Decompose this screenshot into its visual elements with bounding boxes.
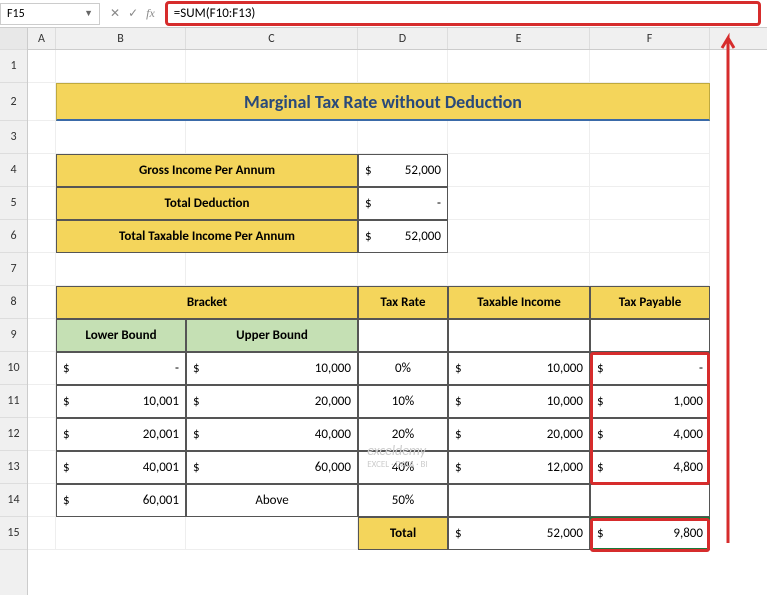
col-header[interactable]: F	[590, 28, 710, 49]
summary-label: Gross Income Per Annum	[56, 154, 358, 187]
row-header[interactable]: 3	[0, 121, 27, 154]
page-title: Marginal Tax Rate without Deduction	[56, 83, 710, 121]
table-cell[interactable]: $10,000	[186, 352, 358, 385]
row-header[interactable]: 14	[0, 484, 27, 517]
table-cell[interactable]: $40,001	[56, 451, 186, 484]
table-cell[interactable]: $-	[56, 352, 186, 385]
name-box[interactable]: F15 ▼	[0, 3, 100, 25]
col-header[interactable]: C	[186, 28, 358, 49]
table-cell[interactable]: 40%	[358, 451, 448, 484]
chevron-down-icon[interactable]: ▼	[84, 8, 93, 19]
formula-bar: F15 ▼ ✕ ✓ fx =SUM(F10:F13)	[0, 0, 767, 28]
table-cell[interactable]: 10%	[358, 385, 448, 418]
table-cell[interactable]: Above	[186, 484, 358, 517]
name-box-value: F15	[7, 7, 25, 21]
table-cell[interactable]: $20,000	[186, 385, 358, 418]
table-cell[interactable]: $4,000	[590, 418, 710, 451]
table-header: Taxable Income	[448, 286, 590, 319]
row-header[interactable]: 13	[0, 451, 27, 484]
row-header[interactable]: 8	[0, 286, 27, 319]
table-cell[interactable]	[590, 484, 710, 517]
table-cell[interactable]: 50%	[358, 484, 448, 517]
table-cell[interactable]: $20,000	[448, 418, 590, 451]
col-header[interactable]: D	[358, 28, 448, 49]
table-cell[interactable]: 20%	[358, 418, 448, 451]
summary-value: $52,000	[358, 220, 448, 253]
row-header[interactable]: 11	[0, 385, 27, 418]
table-header: Tax Rate	[358, 286, 448, 319]
summary-label: Total Taxable Income Per Annum	[56, 220, 358, 253]
table-cell[interactable]: $12,000	[448, 451, 590, 484]
table-cell[interactable]: 0%	[358, 352, 448, 385]
table-cell[interactable]: $10,000	[448, 352, 590, 385]
col-header[interactable]: E	[448, 28, 590, 49]
summary-value: $52,000	[358, 154, 448, 187]
table-cell[interactable]: $10,001	[56, 385, 186, 418]
row-header[interactable]: 10	[0, 352, 27, 385]
confirm-icon[interactable]: ✓	[128, 6, 138, 21]
spreadsheet-grid: 1 2 3 4 5 6 7 8 9 10 11 12 13 14 15 A B …	[0, 28, 767, 595]
row-header[interactable]: 6	[0, 220, 27, 253]
row-header[interactable]: 5	[0, 187, 27, 220]
table-header: Tax Payable	[590, 286, 710, 319]
row-headers: 1 2 3 4 5 6 7 8 9 10 11 12 13 14 15	[0, 28, 28, 595]
summary-label: Total Deduction	[56, 187, 358, 220]
table-cell[interactable]: $10,000	[448, 385, 590, 418]
select-all-cell[interactable]	[0, 28, 27, 50]
row-header[interactable]: 2	[0, 83, 27, 121]
formula-input[interactable]: =SUM(F10:F13)	[165, 1, 761, 26]
sheet-body[interactable]: Marginal Tax Rate without Deduction Gros…	[28, 50, 767, 550]
table-subheader: Upper Bound	[186, 319, 358, 352]
table-subheader: Lower Bound	[56, 319, 186, 352]
row-header[interactable]: 12	[0, 418, 27, 451]
summary-value: $-	[358, 187, 448, 220]
table-cell[interactable]: $4,800	[590, 451, 710, 484]
total-payable-selected[interactable]: $9,800	[590, 517, 710, 550]
row-header[interactable]: 9	[0, 319, 27, 352]
table-cell[interactable]	[448, 484, 590, 517]
row-header[interactable]: 15	[0, 517, 27, 550]
col-header[interactable]: B	[56, 28, 186, 49]
fx-icon[interactable]: fx	[146, 6, 155, 21]
cancel-icon[interactable]: ✕	[110, 6, 120, 21]
formula-buttons: ✕ ✓ fx	[100, 6, 165, 21]
table-cell[interactable]: $60,001	[56, 484, 186, 517]
col-header[interactable]: A	[28, 28, 56, 49]
table-cell[interactable]: $20,001	[56, 418, 186, 451]
table-cell[interactable]: $60,000	[186, 451, 358, 484]
column-headers: A B C D E F	[28, 28, 767, 50]
row-header[interactable]: 1	[0, 50, 27, 83]
row-header[interactable]: 7	[0, 253, 27, 286]
table-cell[interactable]: $-	[590, 352, 710, 385]
total-label: Total	[358, 517, 448, 550]
table-header: Bracket	[56, 286, 358, 319]
formula-text: =SUM(F10:F13)	[174, 6, 256, 21]
total-taxable: $52,000	[448, 517, 590, 550]
table-cell[interactable]: $40,000	[186, 418, 358, 451]
row-header[interactable]: 4	[0, 154, 27, 187]
table-cell[interactable]: $1,000	[590, 385, 710, 418]
